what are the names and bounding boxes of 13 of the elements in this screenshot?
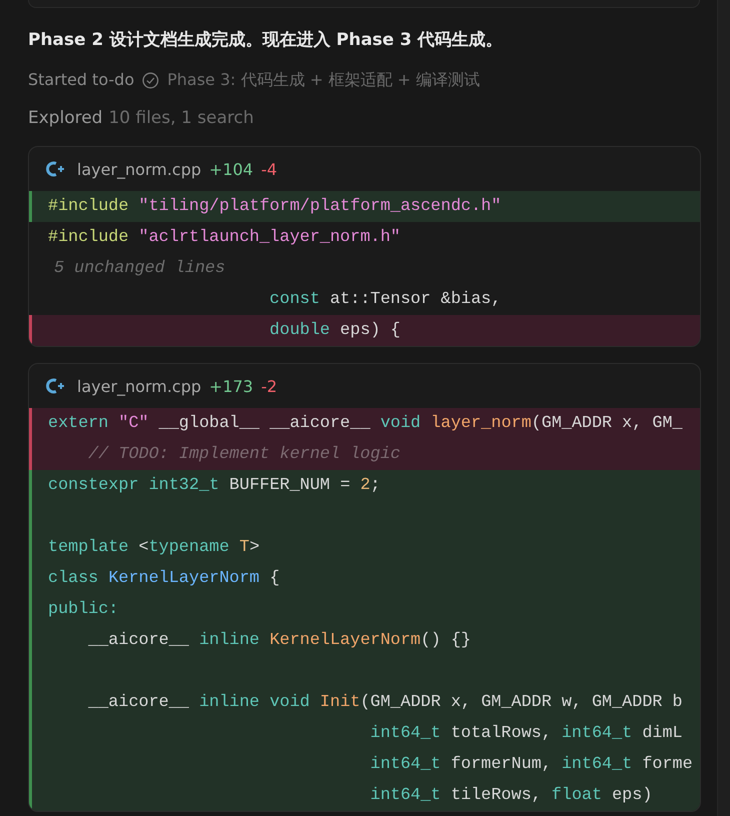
added-count: +104	[209, 160, 254, 178]
todo-label: Started to-do	[28, 69, 134, 91]
explored-detail: 10 files, 1 search	[108, 107, 254, 130]
explored-label: Explored	[28, 107, 103, 130]
message-text: Phase 2 设计文档生成完成。现在进入 Phase 3 代码生成。	[28, 29, 504, 52]
file-name[interactable]: layer_norm.cpp	[77, 376, 202, 396]
removed-count: -2	[261, 376, 278, 396]
todo-item: Phase 3: 代码生成 + 框架适配 + 编译测试	[167, 69, 480, 91]
cpp-file-icon	[45, 377, 65, 395]
file-name[interactable]: layer_norm.cpp	[77, 160, 202, 178]
removed-count: -4	[261, 160, 278, 178]
cpp-file-icon	[45, 160, 65, 178]
added-count: +173	[209, 376, 254, 396]
